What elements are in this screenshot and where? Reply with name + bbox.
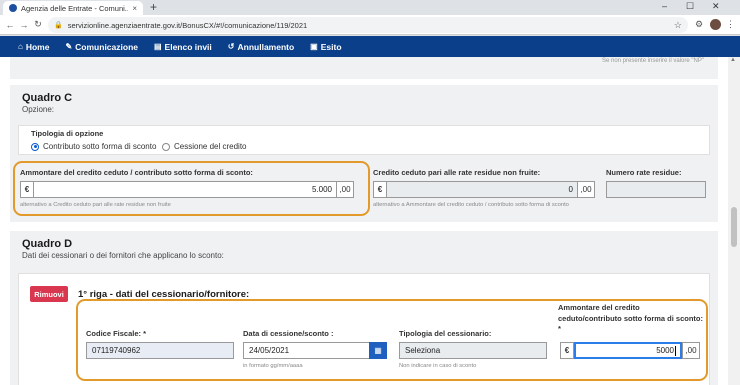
ammontare-decimals: ,00 <box>336 181 354 198</box>
euro-addon: € <box>560 342 574 359</box>
app-navbar: ⌂ Home ✎ Comunicazione ▤ Elenco invii ↺ … <box>0 36 740 57</box>
amm-input-group: € 5000 ,00 <box>560 342 700 359</box>
tipologia-help: Non indicare in caso di sconto <box>399 363 477 369</box>
scroll-up-icon[interactable]: ▲ <box>730 57 736 63</box>
browser-tab[interactable]: Agenzia delle Entrate - Comuni... × <box>3 1 143 15</box>
quadro-c-title: Quadro C <box>22 92 73 104</box>
credito-label: Credito ceduto pari alle rate residue no… <box>373 168 541 177</box>
radio-sconto[interactable]: Contributo sotto forma di sconto <box>31 142 156 151</box>
browser-toolbar: ← → ↻ 🔒 servizionline.agenziaentrate.gov… <box>0 15 740 35</box>
credito-help: alternativo a Ammontare del credito cedu… <box>373 202 569 208</box>
reload-icon[interactable]: ↻ <box>31 19 45 30</box>
credito-input-group: € 0 ,00 <box>373 181 595 198</box>
tipologia-cessionario-label: Tipologia del cessionario: <box>399 329 492 338</box>
quadro-c-subtitle: Opzione: <box>22 105 55 114</box>
ammontare-label: Ammontare del credito ceduto / contribut… <box>20 168 253 177</box>
minimize-icon[interactable]: – <box>662 1 667 11</box>
page-scrollbar[interactable]: ▲ <box>728 57 740 385</box>
extensions-icon[interactable]: ⚙ <box>695 19 703 30</box>
nav-comunicazione[interactable]: ✎ Comunicazione <box>65 42 138 52</box>
page-content: Se non presente inserire il valore "NP" … <box>0 57 728 385</box>
result-icon: ▣ <box>310 42 318 51</box>
nav-esito-label: Esito <box>320 41 342 52</box>
quadro-d-subtitle: Dati dei cessionari o dei fornitori che … <box>22 251 224 260</box>
quadro-c-section: Quadro C Opzione: Tipologia di opzione C… <box>10 85 718 222</box>
home-icon: ⌂ <box>18 42 23 51</box>
nav-esito[interactable]: ▣ Esito <box>310 42 341 52</box>
amm-decimals: ,00 <box>682 342 700 359</box>
radio-sconto-label: Contributo sotto forma di sconto <box>43 142 157 151</box>
credito-decimals: ,00 <box>577 181 595 198</box>
tab-title: Agenzia delle Entrate - Comuni... <box>21 3 129 13</box>
browser-tabstrip: Agenzia delle Entrate - Comuni... × + – … <box>0 0 740 15</box>
radio-cessione[interactable]: Cessione del credito <box>162 142 246 151</box>
ammontare-help: alternativo a Credito ceduto pari alle r… <box>20 202 171 208</box>
date-input[interactable]: 24/05/2021 <box>243 342 370 359</box>
cf-input[interactable]: 07119740962 <box>86 342 234 359</box>
euro-addon: € <box>20 181 34 198</box>
new-tab-button[interactable]: + <box>150 0 157 14</box>
address-bar[interactable]: 🔒 servizionline.agenziaentrate.gov.it/Bo… <box>48 17 688 33</box>
np-hint: Se non presente inserire il valore "NP" <box>602 58 704 64</box>
browser-menu-icon[interactable]: ⋮ <box>726 19 735 30</box>
date-help: in formato gg/mm/aaaa <box>243 363 303 369</box>
maximize-icon[interactable]: ☐ <box>686 1 694 12</box>
nav-annullamento-label: Annullamento <box>237 41 295 52</box>
close-window-icon[interactable]: ✕ <box>712 1 720 12</box>
forward-icon[interactable]: → <box>17 20 31 30</box>
nav-elenco-invii[interactable]: ▤ Elenco invii <box>154 42 212 52</box>
previous-section-tail: Se non presente inserire il valore "NP" <box>10 57 718 79</box>
tipologia-cessionario-select[interactable]: Seleziona <box>399 342 547 359</box>
profile-avatar[interactable] <box>710 19 721 30</box>
quadro-d-section: Quadro D Dati dei cessionari o dei forni… <box>10 231 718 385</box>
amm-input[interactable]: 5000 <box>574 342 682 359</box>
amm-label-required: * <box>558 324 561 333</box>
credito-input[interactable]: 0 <box>387 181 577 198</box>
ammontare-input[interactable]: 5.000 <box>34 181 336 198</box>
amm-label-line1: Ammontare del credito <box>558 303 640 312</box>
bookmark-star-icon[interactable]: ☆ <box>674 20 682 31</box>
calendar-icon[interactable]: ▦ <box>369 342 387 359</box>
url-text: servizionline.agenziaentrate.gov.it/Bonu… <box>67 20 308 30</box>
tab-close-icon[interactable]: × <box>132 4 137 13</box>
nav-comunicazione-label: Comunicazione <box>75 41 138 52</box>
nav-annullamento[interactable]: ↺ Annullamento <box>228 42 294 52</box>
quadro-d-title: Quadro D <box>22 238 73 250</box>
tipologia-box: Tipologia di opzione Contributo sotto fo… <box>18 125 710 155</box>
back-icon[interactable]: ← <box>3 20 17 30</box>
numero-rate-label: Numero rate residue: <box>606 168 682 177</box>
nav-elenco-label: Elenco invii <box>164 41 212 52</box>
list-icon: ▤ <box>153 42 162 51</box>
date-label: Data di cessione/sconto : <box>243 329 334 338</box>
radio-checked-icon <box>31 142 39 151</box>
scrollbar-thumb[interactable] <box>731 207 737 247</box>
lock-icon: 🔒 <box>54 22 63 29</box>
radio-unchecked-icon <box>162 142 170 151</box>
ammontare-input-group: € 5.000 ,00 <box>20 181 354 198</box>
undo-icon: ↺ <box>227 42 235 51</box>
tipologia-label: Tipologia di opzione <box>31 129 104 138</box>
amm-input-value: 5000 <box>656 346 674 355</box>
pencil-icon: ✎ <box>65 42 73 51</box>
numero-rate-input[interactable] <box>606 181 706 198</box>
nav-home-label: Home <box>25 41 50 52</box>
cf-label: Codice Fiscale: * <box>86 329 147 338</box>
radio-cessione-label: Cessione del credito <box>174 142 247 151</box>
text-caret <box>675 345 676 356</box>
euro-addon: € <box>373 181 387 198</box>
amm-label-line2: ceduto/contributo sotto forma di sconto: <box>558 314 703 323</box>
remove-row-button[interactable]: Rimuovi <box>30 286 68 302</box>
nav-home[interactable]: ⌂ Home <box>18 42 49 52</box>
site-favicon-icon <box>9 4 17 12</box>
